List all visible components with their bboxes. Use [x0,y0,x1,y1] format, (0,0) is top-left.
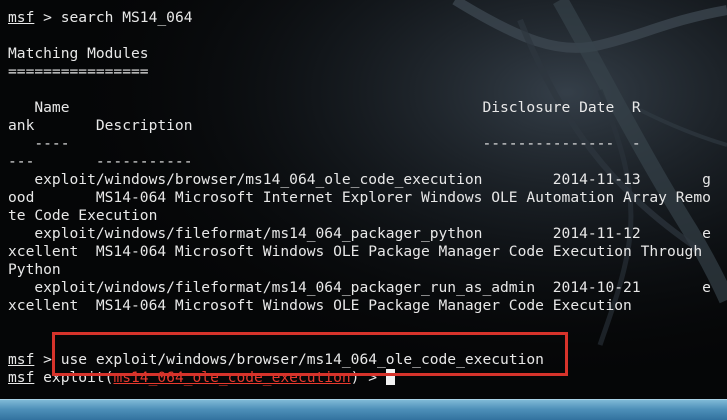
msf-prompt: msf [8,351,35,368]
terminal-line: msf > search MS14_064 [8,9,193,27]
table-header: Name Disclosure Date R [8,99,641,116]
block-cursor-icon [385,369,395,385]
table-row: xcellent MS14-064 Microsoft Windows OLE … [8,243,703,260]
command-text: > search MS14_064 [34,9,193,26]
prompt-suffix: ) > [350,369,386,386]
table-row: exploit/windows/fileformat/ms14_064_pack… [8,225,711,242]
terminal-line: msf > use exploit/windows/browser/ms14_0… [8,351,544,369]
table-row: exploit/windows/browser/ms14_064_ole_cod… [8,171,711,188]
table-row: Python [8,261,61,278]
taskbar[interactable] [0,399,727,420]
prompt-prefix: exploit( [34,369,114,386]
table-divider: --- ----------- [8,153,193,170]
table-divider: ---- --------------- - [8,135,641,152]
table-row: xcellent MS14-064 Microsoft Windows OLE … [8,297,632,314]
table-row: ood MS14-064 Microsoft Internet Explorer… [8,189,711,206]
table-row: te Code Execution [8,207,158,224]
terminal-output[interactable]: msf > search MS14_064 Matching Modules =… [8,9,727,399]
active-prompt-line[interactable]: msf exploit(ms14_064_ole_code_execution)… [8,369,395,387]
table-header: ank Description [8,117,193,134]
command-text: > use exploit/windows/browser/ms14_064_o… [34,351,544,368]
active-module-name: ms14_064_ole_code_execution [113,369,351,386]
terminal-window: msf > search MS14_064 Matching Modules =… [0,0,727,420]
terminal-line: Matching Modules [8,45,149,62]
table-row: exploit/windows/fileformat/ms14_064_pack… [8,279,711,296]
terminal-line: ================ [8,63,149,80]
msf-prompt: msf [8,9,35,26]
msf-prompt: msf [8,369,35,386]
